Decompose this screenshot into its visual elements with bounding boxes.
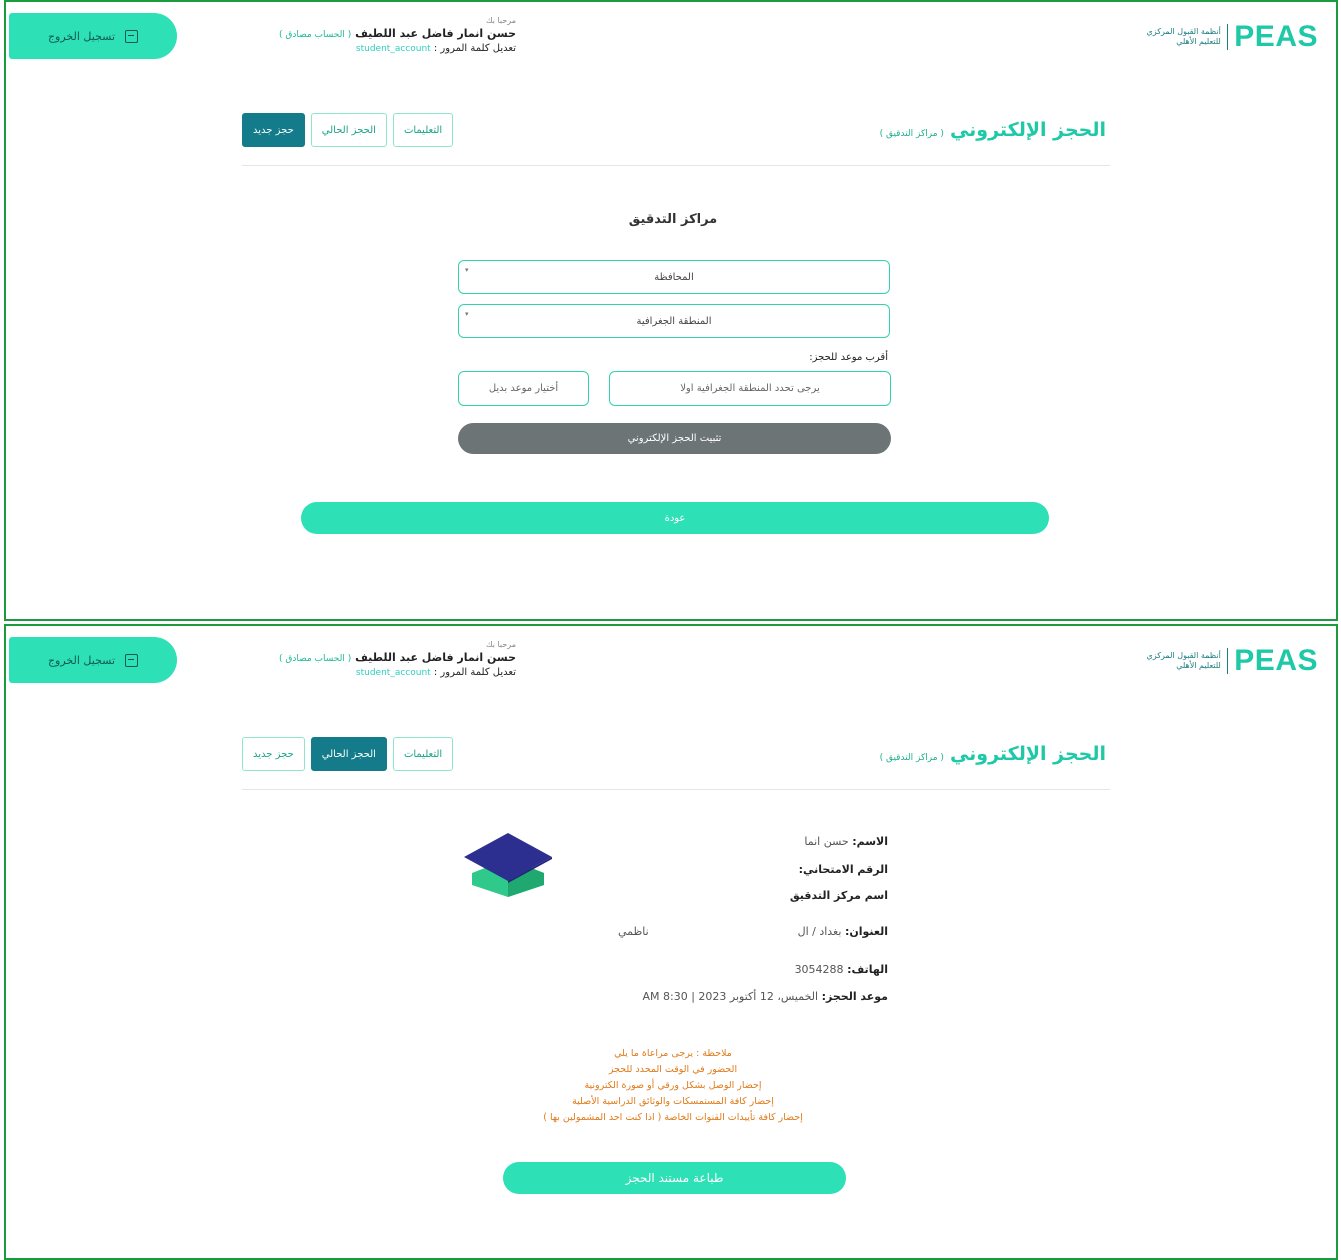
- account-line: تعديل كلمة المرور : student_account: [206, 43, 516, 54]
- current-booking-screen: تسجيل الخروج مرحبا بك حسن انمار فاضل عبد…: [4, 624, 1338, 1260]
- welcome-text: مرحبا بك: [485, 16, 516, 25]
- booking-time-value: 8:30 AM: [642, 990, 688, 1003]
- user-name-line: حسن انمار فاضل عبد اللطيف ( الحساب مصادق…: [206, 27, 516, 40]
- tab-new-booking[interactable]: حجز جديد: [242, 737, 305, 771]
- logo-text: PEAS: [1234, 644, 1318, 677]
- title-divider: [242, 789, 1110, 790]
- logout-button[interactable]: تسجيل الخروج: [9, 637, 177, 683]
- title-divider: [242, 165, 1110, 166]
- nearest-date-field: يرجى تحدد المنطقة الجغرافية اولا: [609, 371, 891, 406]
- tab-new-booking[interactable]: حجز جديد: [242, 113, 305, 147]
- logo-text: PEAS: [1234, 20, 1318, 53]
- welcome-text: مرحبا بك: [485, 640, 516, 649]
- page-title: الحجز الإلكتروني ( مراكز التدقيق ): [880, 119, 1106, 141]
- booking-notes: ملاحظة : يرجى مراعاة ما يلي الحضور في ال…: [6, 1046, 1336, 1126]
- page-title-sub: ( مراكز التدقيق ): [879, 753, 944, 763]
- logout-label: تسجيل الخروج: [47, 653, 116, 667]
- phone-row: الهاتف: 3054288: [794, 963, 888, 976]
- booking-date-row: موعد الحجز: الخميس، 12 أكتوبر 2023 | 8:3…: [642, 990, 888, 1003]
- nearest-date-label: أقرب موعد للحجز:: [809, 352, 888, 363]
- logo-separator: [1226, 648, 1229, 674]
- name-row: الاسم: حسن انما: [804, 835, 888, 848]
- booking-date-value: الخميس، 12 أكتوبر 2023: [698, 990, 819, 1003]
- logout-icon: [125, 29, 139, 43]
- user-name: حسن انمار فاضل عبد اللطيف: [355, 27, 516, 40]
- booking-tabs: حجز جديد الحجز الحالي التعليمات: [242, 737, 454, 771]
- governorate-select[interactable]: ▾ المحافظة: [458, 260, 890, 294]
- note-item: الحضور في الوقت المحدد للحجز: [608, 1064, 738, 1075]
- page-title: الحجز الإلكتروني ( مراكز التدقيق ): [880, 743, 1106, 765]
- logout-icon: [125, 653, 139, 667]
- dropdown-caret-icon: ▾: [465, 266, 469, 274]
- tab-instructions[interactable]: التعليمات: [392, 737, 454, 771]
- tab-current-booking[interactable]: الحجز الحالي: [310, 113, 387, 147]
- region-select-label: المنطقة الجغرافية: [636, 315, 712, 327]
- logo-subtitle: أنظمة القبول المركزي للتعليم الأهلي: [1146, 27, 1221, 46]
- alternative-date-button[interactable]: أختيار موعد بديل: [458, 371, 589, 406]
- dropdown-caret-icon: ▾: [465, 310, 469, 318]
- peas-logo: أنظمة القبول المركزي للتعليم الأهلي PEAS: [1147, 644, 1318, 678]
- tab-instructions[interactable]: التعليمات: [392, 113, 454, 147]
- user-name: حسن انمار فاضل عبد اللطيف: [355, 651, 516, 664]
- back-button[interactable]: عودة: [301, 502, 1049, 534]
- confirm-booking-button[interactable]: تثبيت الحجز الإلكتروني: [458, 423, 891, 454]
- new-booking-screen: تسجيل الخروج مرحبا بك حسن انمار فاضل عبد…: [4, 0, 1338, 621]
- section-title: مراكز التدقيق: [628, 212, 718, 227]
- note-item: إحضار كافة المستمسكات والوثائق الدراسية …: [572, 1096, 774, 1107]
- address-value: بغداد / ال: [797, 925, 842, 938]
- account-verified-label: ( الحساب مصادق ): [278, 654, 352, 664]
- change-password-link[interactable]: تعديل كلمة المرور :: [434, 43, 516, 54]
- account-type: student_account: [355, 44, 431, 54]
- center-name-row: اسم مركز التدقيق: [789, 889, 888, 902]
- user-info: مرحبا بك حسن انمار فاضل عبد اللطيف ( الح…: [206, 640, 516, 678]
- peas-logo: أنظمة القبول المركزي للتعليم الأهلي PEAS: [1147, 20, 1318, 54]
- exam-number-row: الرقم الامتحاني:: [798, 863, 888, 876]
- region-select[interactable]: ▾ المنطقة الجغرافية: [458, 304, 890, 338]
- note-item: إحضار كافة تأييدات القنوات الخاصة ( اذا …: [543, 1112, 803, 1123]
- logout-label: تسجيل الخروج: [47, 29, 116, 43]
- logout-button[interactable]: تسجيل الخروج: [9, 13, 177, 59]
- graduation-cap-icon: [464, 833, 552, 897]
- account-type: student_account: [355, 668, 431, 678]
- note-heading: ملاحظة : يرجى مراعاة ما يلي: [614, 1048, 732, 1059]
- print-booking-button[interactable]: طباعة مستند الحجز: [503, 1162, 846, 1194]
- address-extra: ناظمي: [618, 925, 649, 938]
- note-item: إحضار الوصل بشكل ورقي أو صورة الكترونية: [584, 1080, 762, 1091]
- page-title-main: الحجز الإلكتروني: [949, 743, 1106, 765]
- address-row: العنوان: بغداد / ال: [797, 925, 888, 938]
- page-title-main: الحجز الإلكتروني: [949, 119, 1106, 141]
- name-value: حسن انما: [804, 835, 849, 848]
- user-name-line: حسن انمار فاضل عبد اللطيف ( الحساب مصادق…: [206, 651, 516, 664]
- tab-current-booking[interactable]: الحجز الحالي: [310, 737, 387, 771]
- user-info: مرحبا بك حسن انمار فاضل عبد اللطيف ( الح…: [206, 16, 516, 54]
- page-title-sub: ( مراكز التدقيق ): [879, 129, 944, 139]
- account-line: تعديل كلمة المرور : student_account: [206, 667, 516, 678]
- change-password-link[interactable]: تعديل كلمة المرور :: [434, 667, 516, 678]
- account-verified-label: ( الحساب مصادق ): [278, 30, 352, 40]
- phone-value: 3054288: [794, 963, 844, 976]
- logo-separator: [1226, 24, 1229, 50]
- logo-subtitle: أنظمة القبول المركزي للتعليم الأهلي: [1146, 651, 1221, 670]
- booking-tabs: حجز جديد الحجز الحالي التعليمات: [242, 113, 454, 147]
- governorate-select-label: المحافظة: [654, 271, 694, 283]
